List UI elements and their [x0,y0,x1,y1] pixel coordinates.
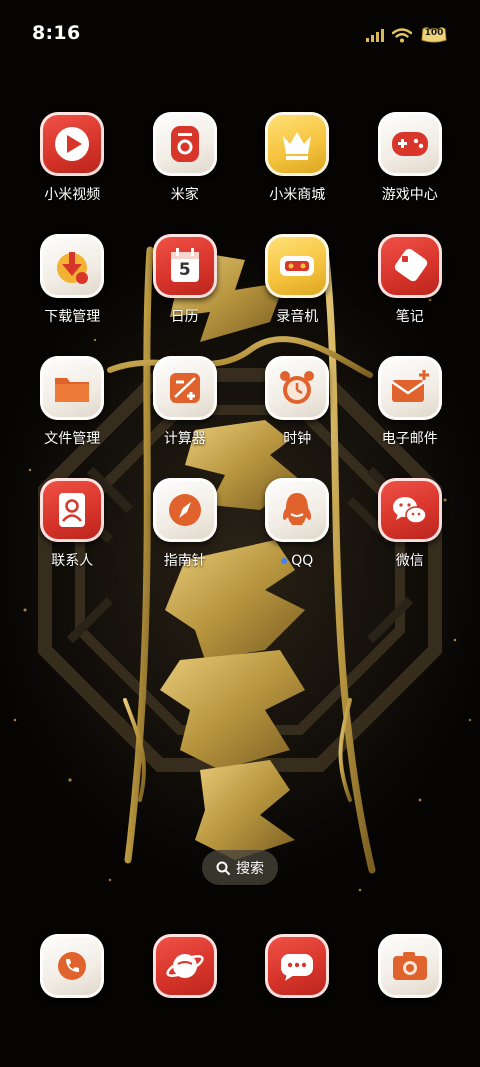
camera-icon [377,934,442,998]
app-contacts[interactable]: 联系人 [16,478,129,574]
app-xiaomi-store[interactable]: 小米商城 [241,112,354,208]
qq-penguin-icon [265,478,330,542]
app-download-manager[interactable]: 下载管理 [16,234,129,330]
app-label: 小米视频 [44,187,101,203]
dock [16,934,466,998]
battery-indicator: 100 [420,26,448,44]
app-label: 联系人 [51,553,94,569]
phone-icon [40,934,105,998]
app-label: 指南针 [163,553,206,569]
app-label: 计算器 [163,431,206,447]
status-bar: 8:16 100 [0,0,480,70]
download-icon [40,234,105,298]
search-label: 搜索 [236,860,264,877]
wifi-icon [392,27,412,42]
dock-app-browser[interactable] [129,934,242,998]
play-icon [40,112,105,176]
app-label: 文件管理 [44,431,101,447]
app-compass[interactable]: 指南针 [129,478,242,574]
app-label: 小米商城 [269,187,326,203]
alarm-clock-icon [265,356,330,420]
mail-icon [377,356,442,420]
app-calculator[interactable]: 计算器 [129,356,242,452]
app-label: 微信 [395,553,424,569]
calendar-day-number: 5 [178,260,191,280]
app-label: 时钟 [283,431,312,447]
wechat-icon [377,478,442,542]
app-label: 日历 [170,309,199,325]
app-game-center[interactable]: 游戏中心 [354,112,467,208]
note-icon [377,234,442,298]
app-label: 录音机 [276,309,319,325]
contacts-icon [40,478,105,542]
calendar-icon: 5 [152,234,217,298]
app-file-manager[interactable]: 文件管理 [16,356,129,452]
battery-level: 100 [424,28,444,38]
search-icon [216,861,230,875]
app-label: 米家 [170,187,199,203]
app-label: 笔记 [395,309,424,325]
app-calendar[interactable]: 5 日历 [129,234,242,330]
messages-icon [265,934,330,998]
status-icons: 100 [366,24,448,46]
mijia-icon [152,112,217,176]
app-qq[interactable]: QQ [241,478,354,574]
crown-icon [265,112,330,176]
search-button[interactable]: 搜索 [202,850,278,885]
dock-app-camera[interactable] [354,934,467,998]
app-wechat[interactable]: 微信 [354,478,467,574]
dock-app-messages[interactable] [241,934,354,998]
app-xiaomi-video[interactable]: 小米视频 [16,112,129,208]
browser-planet-icon [152,934,217,998]
app-email[interactable]: 电子邮件 [354,356,467,452]
status-time: 8:16 [32,22,81,44]
gamepad-icon [377,112,442,176]
signal-icon [366,29,384,42]
app-label-text: QQ [291,553,314,569]
new-badge-dot [281,558,288,564]
dock-app-phone[interactable] [16,934,129,998]
app-label: 游戏中心 [381,187,438,203]
app-label: 下载管理 [44,309,101,325]
home-app-grid: 小米视频 米家 小米商城 游戏中心 下载管理 5 日历 录音机 笔记 文件管理 … [16,112,466,574]
folder-icon [40,356,105,420]
calculator-icon [152,356,217,420]
app-label: QQ [281,552,313,570]
app-label: 电子邮件 [381,431,438,447]
app-notes[interactable]: 笔记 [354,234,467,330]
recorder-icon [265,234,330,298]
app-clock[interactable]: 时钟 [241,356,354,452]
app-recorder[interactable]: 录音机 [241,234,354,330]
compass-icon [152,478,217,542]
app-mijia[interactable]: 米家 [129,112,242,208]
